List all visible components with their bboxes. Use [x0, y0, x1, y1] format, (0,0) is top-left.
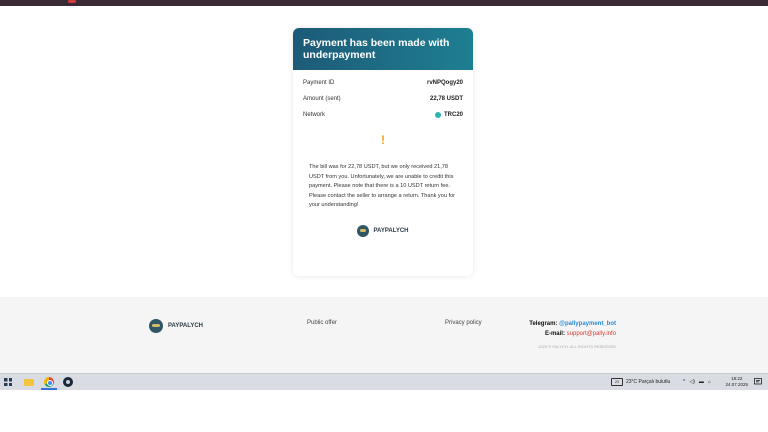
email-link[interactable]: support@pally.info — [567, 331, 616, 337]
brand-name: PAYPALYCH — [373, 227, 409, 234]
payment-details: Payment ID rvNPQogy20 Amount (sent) 22,7… — [293, 70, 473, 123]
public-offer-link[interactable]: Public offer — [307, 320, 337, 326]
notification-icon[interactable] — [754, 378, 762, 386]
detail-label: Network — [303, 112, 326, 118]
network-icon[interactable]: ▬ — [699, 379, 704, 385]
card-header: Payment has been made with underpayment — [293, 28, 473, 70]
system-tray-icons: ^ ◁) ▬ ⌂ — [683, 374, 711, 390]
file-explorer-icon[interactable] — [24, 379, 34, 386]
underpayment-message: The bill was for 22,78 USDT, but we only… — [309, 164, 456, 209]
card-title: Payment has been made with underpayment — [303, 37, 450, 61]
tab-indicator-icon — [68, 0, 76, 3]
chevron-up-icon[interactable]: ^ — [683, 379, 685, 385]
footer-brand-logo[interactable]: PAYPALYCH — [149, 319, 203, 333]
detail-value: 22,78 USDT — [429, 96, 463, 102]
privacy-policy-link[interactable]: Privacy policy — [445, 320, 482, 326]
windows-taskbar: 23 23°C Parçalı bulutlu ^ ◁) ▬ ⌂ 18:22 2… — [0, 373, 768, 390]
email-label: E-mail: — [544, 331, 565, 337]
language-icon[interactable]: ⌂ — [708, 379, 711, 385]
paypalych-logo-icon — [357, 224, 370, 237]
browser-top-strip — [0, 0, 768, 6]
detail-label: Payment ID — [303, 80, 335, 86]
warning-icon: ! — [381, 133, 385, 147]
network-name: TRC20 — [443, 112, 463, 118]
detail-label: Amount (sent) — [303, 96, 341, 102]
clock-date: 24.07.2025 — [725, 382, 748, 387]
footer-brand-name: PAYPALYCH — [168, 323, 204, 329]
card-brand-logo: PAYPALYCH — [293, 224, 473, 237]
paypalych-logo-icon — [149, 319, 163, 333]
copyright-text: 2025 © PALYCH. ALL RIGHTS RESERVED — [538, 344, 616, 349]
email-contact: E-mail: support@pally.info — [529, 329, 616, 339]
payment-status-card: Payment has been made with underpayment … — [293, 28, 473, 276]
telegram-link[interactable]: @pallypayment_bot — [559, 321, 616, 327]
telegram-label: Telegram: — [529, 321, 558, 327]
active-app-indicator — [41, 388, 57, 390]
detail-row-amount: Amount (sent) 22,78 USDT — [303, 91, 463, 107]
weather-text: 23°C Parçalı bulutlu — [626, 379, 671, 385]
system-clock[interactable]: 18:22 24.07.2025 — [725, 376, 748, 388]
weather-widget[interactable]: 23 23°C Parçalı bulutlu — [611, 374, 670, 390]
detail-row-payment-id: Payment ID rvNPQogy20 — [303, 75, 463, 91]
weather-icon: 23 — [611, 378, 623, 386]
chrome-icon[interactable] — [44, 377, 54, 387]
site-footer: PAYPALYCH Public offer Privacy policy Te… — [0, 297, 768, 373]
tron-network-icon — [434, 112, 441, 118]
detail-row-network: Network TRC20 — [303, 107, 463, 123]
speaker-icon[interactable]: ◁) — [689, 379, 695, 385]
detail-value: rvNPQogy20 — [426, 80, 463, 86]
windows-start-icon[interactable] — [4, 378, 12, 386]
detail-value-network: TRC20 — [434, 107, 463, 123]
steam-icon[interactable] — [63, 377, 73, 387]
telegram-contact: Telegram: @pallypayment_bot — [529, 319, 616, 329]
footer-contacts: Telegram: @pallypayment_bot E-mail: supp… — [529, 319, 616, 339]
